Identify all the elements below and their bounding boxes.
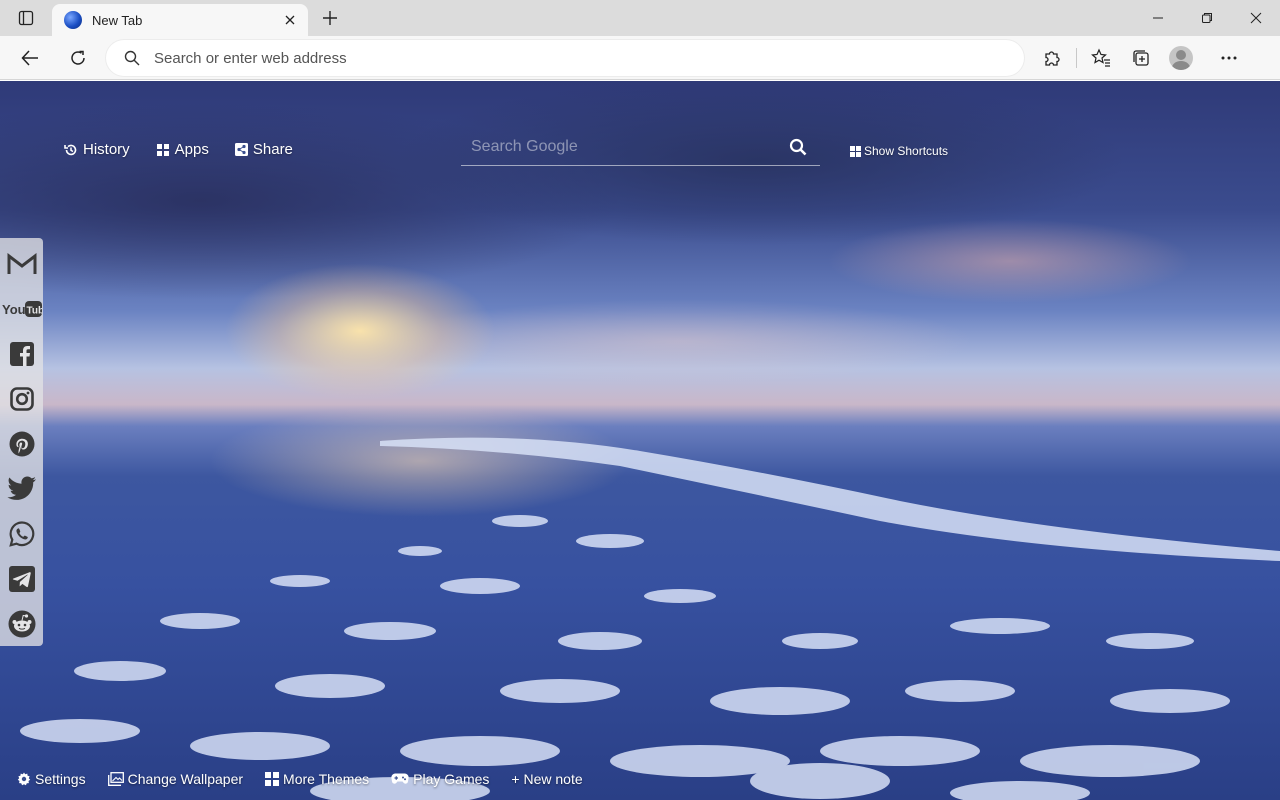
gmail-icon <box>7 253 36 275</box>
refresh-icon <box>71 50 85 65</box>
restore-icon <box>1201 13 1212 23</box>
share-icon <box>234 143 248 156</box>
new-note-label: + New note <box>511 771 583 787</box>
new-tab-button[interactable] <box>312 0 348 36</box>
sidebar-item-facebook[interactable] <box>0 332 43 377</box>
avatar <box>1169 46 1193 70</box>
back-button[interactable] <box>10 40 50 76</box>
sidebar-item-pinterest[interactable] <box>0 422 43 467</box>
share-link[interactable]: Share <box>234 141 293 158</box>
sidebar-item-telegram[interactable] <box>0 556 43 601</box>
history-icon <box>64 144 77 155</box>
extensions-button[interactable] <box>1032 40 1072 76</box>
sidebar-item-reddit[interactable] <box>0 601 43 646</box>
shortcuts-grid-icon <box>850 145 861 157</box>
apps-label: Apps <box>174 141 209 158</box>
gear-icon <box>17 772 31 786</box>
more-dots-icon <box>1221 56 1237 60</box>
settings-more-button[interactable] <box>1209 40 1249 76</box>
whatsapp-icon <box>8 521 34 547</box>
svg-text:You: You <box>2 302 26 317</box>
show-shortcuts-label: Show Shortcuts <box>864 144 949 158</box>
top-links: History Apps Share <box>64 141 293 158</box>
change-wallpaper-link[interactable]: Change Wallpaper <box>107 771 244 787</box>
address-input[interactable] <box>154 49 954 67</box>
social-sidebar: YouTube <box>0 238 43 646</box>
google-search-box[interactable] <box>461 129 820 166</box>
window-controls <box>1133 0 1280 36</box>
tab-favicon-icon <box>64 11 82 29</box>
bottom-bar: Settings Change Wallpaper More Themes Pl… <box>17 771 583 787</box>
tab-title: New Tab <box>92 12 143 28</box>
close-icon <box>285 15 295 25</box>
browser-toolbar <box>0 36 1280 80</box>
telegram-icon <box>8 565 35 592</box>
google-search-input[interactable] <box>461 138 781 156</box>
settings-link[interactable]: Settings <box>17 771 86 787</box>
reddit-icon <box>8 610 35 638</box>
play-games-link[interactable]: Play Games <box>391 771 489 787</box>
tab-close-button[interactable] <box>280 10 300 30</box>
history-link[interactable]: History <box>64 141 130 158</box>
facebook-icon <box>9 342 34 367</box>
history-label: History <box>83 141 130 158</box>
search-icon <box>124 50 140 66</box>
twitter-icon <box>6 476 36 500</box>
refresh-button[interactable] <box>58 40 98 76</box>
sidebar-item-gmail[interactable] <box>0 242 43 287</box>
sidebar-item-whatsapp[interactable] <box>0 511 43 556</box>
share-label: Share <box>252 141 293 158</box>
new-note-link[interactable]: + New note <box>511 771 582 787</box>
puzzle-icon <box>1045 51 1060 66</box>
collections-icon <box>1133 50 1149 66</box>
sidebar-item-youtube[interactable]: YouTube <box>0 287 43 332</box>
more-themes-link[interactable]: More Themes <box>265 771 369 787</box>
minimize-button[interactable] <box>1133 0 1182 36</box>
image-icon <box>107 772 124 786</box>
instagram-icon <box>9 387 34 411</box>
sidebar-item-twitter[interactable] <box>0 466 43 511</box>
change-wallpaper-label: Change Wallpaper <box>127 771 244 787</box>
close-window-button[interactable] <box>1231 0 1280 36</box>
beach-wallpaper-foam <box>20 437 1280 800</box>
favorites-button[interactable] <box>1081 40 1121 76</box>
pinterest-icon <box>9 431 34 457</box>
profile-button[interactable] <box>1161 40 1201 76</box>
settings-label: Settings <box>35 771 86 787</box>
address-bar[interactable] <box>106 40 1024 76</box>
toolbar-divider <box>1076 48 1077 68</box>
tab-strip: New Tab <box>0 0 1280 36</box>
star-list-icon <box>1091 48 1110 67</box>
collections-button[interactable] <box>1121 40 1161 76</box>
sidebar-item-instagram[interactable] <box>0 377 43 422</box>
back-arrow-icon <box>21 49 38 66</box>
gamepad-icon <box>391 773 409 784</box>
restore-button[interactable] <box>1182 0 1231 36</box>
apps-grid-icon <box>156 143 169 156</box>
themes-grid-icon <box>265 772 280 786</box>
tab-actions-icon <box>18 10 34 26</box>
plus-icon <box>323 11 337 25</box>
show-shortcuts-button[interactable]: Show Shortcuts <box>850 144 948 158</box>
toolbar-right-actions <box>1032 40 1249 76</box>
search-icon[interactable] <box>789 138 807 156</box>
new-tab-page: History Apps Share Show Shortcuts YouTub… <box>0 81 1280 800</box>
tab-actions-button[interactable] <box>0 0 52 36</box>
tab-new-tab[interactable]: New Tab <box>52 4 308 36</box>
apps-link[interactable]: Apps <box>156 141 209 158</box>
youtube-icon: YouTube <box>2 301 42 318</box>
close-icon <box>1250 12 1261 24</box>
more-themes-label: More Themes <box>283 771 370 787</box>
minimize-icon <box>1152 17 1163 19</box>
svg-text:Tube: Tube <box>26 306 42 317</box>
play-games-label: Play Games <box>413 771 490 787</box>
